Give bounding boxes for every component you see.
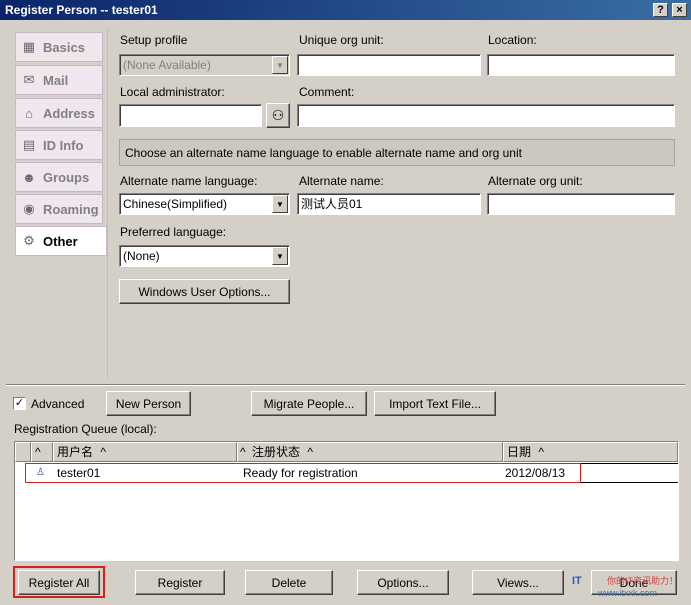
sort-icon: ^ <box>100 445 106 459</box>
row-user: tester01 <box>57 466 101 480</box>
comment-label: Comment: <box>299 85 355 99</box>
import-text-file-button[interactable]: Import Text File... <box>374 391 496 416</box>
window-title: Register Person -- tester01 <box>5 3 158 17</box>
alt-name-label: Alternate name: <box>299 174 384 188</box>
pref-lang-value: (None) <box>123 249 160 263</box>
row-status: Ready for registration <box>243 466 358 480</box>
location-label: Location: <box>488 33 537 47</box>
advanced-checkbox[interactable]: ✓ <box>13 397 26 410</box>
globe-icon: ◉ <box>23 201 35 216</box>
person-icon: ♙ <box>36 467 45 478</box>
pref-lang-label: Preferred language: <box>120 225 227 239</box>
row-extension <box>581 463 678 483</box>
unique-org-unit-label: Unique org unit: <box>299 33 384 47</box>
alt-lang-select[interactable]: Chinese(Simplified) ▼ <box>119 193 290 215</box>
nav-item-label: Other <box>43 233 78 249</box>
windows-user-options-button[interactable]: Windows User Options... <box>119 279 290 304</box>
alt-org-unit-label: Alternate org unit: <box>488 174 583 188</box>
divider <box>6 384 685 386</box>
groups-icon: ☻ <box>22 169 36 185</box>
chevron-down-icon: ▼ <box>272 247 288 265</box>
local-admin-input[interactable] <box>119 104 262 127</box>
nav-item-address[interactable]: ⌂ Address <box>15 98 103 128</box>
delete-button[interactable]: Delete <box>245 570 333 595</box>
options-button[interactable]: Options... <box>357 570 449 595</box>
nav-item-groups[interactable]: ☻ Groups <box>15 162 103 192</box>
chevron-down-icon: ▼ <box>272 56 288 74</box>
nav-item-roaming[interactable]: ◉ Roaming <box>15 194 103 224</box>
new-person-button[interactable]: New Person <box>106 391 191 416</box>
column-header-username[interactable]: 用户名 ^ <box>53 442 237 462</box>
alt-name-input[interactable]: 测试人员01 <box>297 193 481 215</box>
nav-item-basics[interactable]: ▦ Basics <box>15 32 103 62</box>
registration-queue-list[interactable]: ^ 用户名 ^ ^ 注册状态 ^ 日期 ^ ♙ tester01 Ready f… <box>14 441 679 561</box>
column-header-date[interactable]: 日期 ^ <box>503 442 678 462</box>
local-admin-label: Local administrator: <box>120 85 225 99</box>
alt-lang-value: Chinese(Simplified) <box>123 197 228 211</box>
nav-item-label: Groups <box>43 169 90 185</box>
nav-item-id-info[interactable]: ▤ ID Info <box>15 130 103 160</box>
nav-item-label: Roaming <box>43 201 99 217</box>
it-logo: IT <box>572 575 582 587</box>
watermark-text: 你的IT资讯助力！ <box>607 576 678 586</box>
unique-org-unit-input[interactable] <box>297 54 481 76</box>
sort-icon: ^ <box>307 445 313 459</box>
nav-item-other[interactable]: ⚙ Other <box>15 226 107 256</box>
setup-profile-label: Setup profile <box>120 33 188 47</box>
basics-icon: ▦ <box>22 39 36 54</box>
column-header-status[interactable]: ^ 注册状态 ^ <box>237 442 503 462</box>
alt-lang-label: Alternate name language: <box>120 174 258 188</box>
nav-item-mail[interactable]: ✉ Mail <box>15 65 103 95</box>
sort-icon: ^ <box>240 445 246 459</box>
sort-icon: ^ <box>538 445 544 459</box>
comment-input[interactable] <box>297 104 675 127</box>
chevron-down-icon: ▼ <box>272 195 288 213</box>
help-button[interactable]: ? <box>653 3 668 17</box>
title-bar: Register Person -- tester01 <box>0 0 691 20</box>
sidebar-nav: ▦ Basics ✉ Mail ⌂ Address ▤ ID Info ☻ Gr… <box>15 28 107 268</box>
row-date: 2012/08/13 <box>505 466 566 480</box>
register-button[interactable]: Register <box>135 570 225 595</box>
mail-icon: ✉ <box>23 72 35 87</box>
migrate-people-button[interactable]: Migrate People... <box>251 391 367 416</box>
setup-profile-value: (None Available) <box>123 58 211 72</box>
column-header-icon[interactable]: ^ <box>31 442 53 462</box>
nav-item-label: Mail <box>43 72 69 88</box>
sort-icon: ^ <box>35 445 41 459</box>
person-picker-icon[interactable]: ⚇ <box>266 103 290 128</box>
location-input[interactable] <box>487 54 675 76</box>
views-button[interactable]: Views... <box>472 570 564 595</box>
close-button[interactable]: × <box>672 3 687 17</box>
queue-label: Registration Queue (local): <box>14 422 157 436</box>
column-header-label: 日期 <box>507 445 532 459</box>
watermark-url: www.itxxk.com <box>598 588 658 598</box>
advanced-label: Advanced <box>31 397 85 411</box>
alt-org-unit-input[interactable] <box>487 193 675 215</box>
nav-item-label: Address <box>43 105 96 121</box>
nav-item-label: Basics <box>43 39 85 55</box>
register-all-button[interactable]: Register All <box>18 570 100 595</box>
pref-lang-select[interactable]: (None) ▼ <box>119 245 290 267</box>
column-header-label: 注册状态 <box>251 445 300 459</box>
alt-name-notice: Choose an alternate name language to ena… <box>119 139 675 166</box>
gear-icon: ⚙ <box>23 233 35 248</box>
column-header-blank[interactable] <box>15 442 31 462</box>
setup-profile-select[interactable]: (None Available) ▼ <box>119 54 290 76</box>
id-card-icon: ▤ <box>22 137 36 152</box>
column-header-label: 用户名 <box>57 445 94 459</box>
house-icon: ⌂ <box>25 105 33 121</box>
nav-item-label: ID Info <box>43 137 84 153</box>
